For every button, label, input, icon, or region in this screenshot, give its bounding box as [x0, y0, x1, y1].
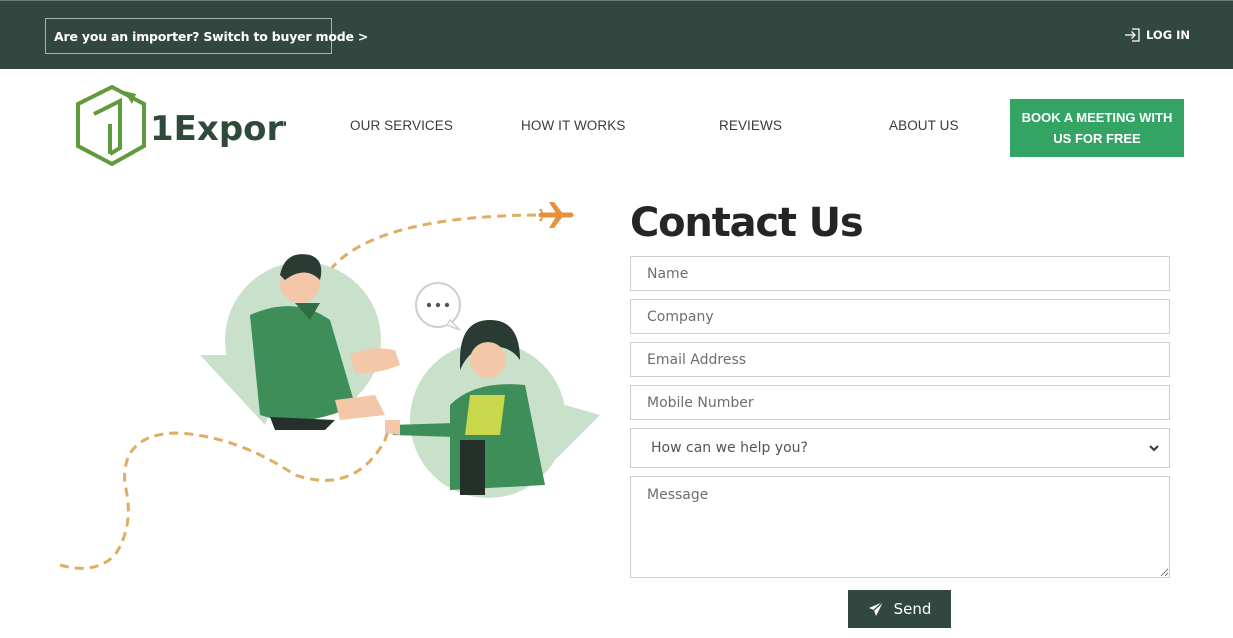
nav-our-services[interactable]: OUR SERVICES — [350, 118, 453, 133]
brand-name: 1Export — [150, 109, 286, 149]
chevron-down-icon — [1149, 445, 1159, 452]
top-bar: Are you an importer? Switch to buyer mod… — [0, 0, 1233, 69]
airplane-icon — [538, 202, 574, 228]
book-meeting-line2: US FOR FREE — [1053, 131, 1141, 146]
mobile-field[interactable] — [630, 385, 1170, 420]
help-select-value: How can we help you? — [651, 440, 808, 456]
message-field[interactable] — [630, 476, 1170, 578]
switch-buyer-mode-button[interactable]: Are you an importer? Switch to buyer mod… — [45, 18, 368, 54]
company-field[interactable] — [630, 299, 1170, 334]
main-navbar: 1Export OUR SERVICES HOW IT WORKS REVIEW… — [0, 69, 1233, 181]
contact-title: Contact Us — [630, 200, 864, 246]
brand-logo[interactable]: 1Export — [74, 84, 300, 170]
paper-plane-icon — [868, 601, 884, 616]
nav-reviews[interactable]: REVIEWS — [719, 118, 782, 133]
book-meeting-button[interactable]: BOOK A MEETING WITH US FOR FREE — [1010, 99, 1184, 157]
hexagon-box-logo-icon: 1Export — [76, 84, 300, 167]
send-label: Send — [893, 600, 932, 618]
contact-illustration — [59, 202, 600, 570]
login-label: LOG IN — [1146, 28, 1191, 42]
help-select[interactable]: How can we help you? — [630, 428, 1170, 468]
nav-how-it-works[interactable]: HOW IT WORKS — [521, 118, 625, 133]
send-button[interactable]: Send — [848, 590, 951, 628]
nav-about-us[interactable]: ABOUT US — [889, 118, 959, 133]
speech-bubble-icon — [415, 282, 461, 331]
book-meeting-line1: BOOK A MEETING WITH — [1021, 110, 1173, 125]
login-link[interactable]: LOG IN — [1124, 26, 1190, 44]
woman-figure — [385, 320, 545, 495]
login-arrow-icon — [1125, 28, 1140, 42]
name-field[interactable] — [630, 256, 1170, 291]
email-field[interactable] — [630, 342, 1170, 377]
